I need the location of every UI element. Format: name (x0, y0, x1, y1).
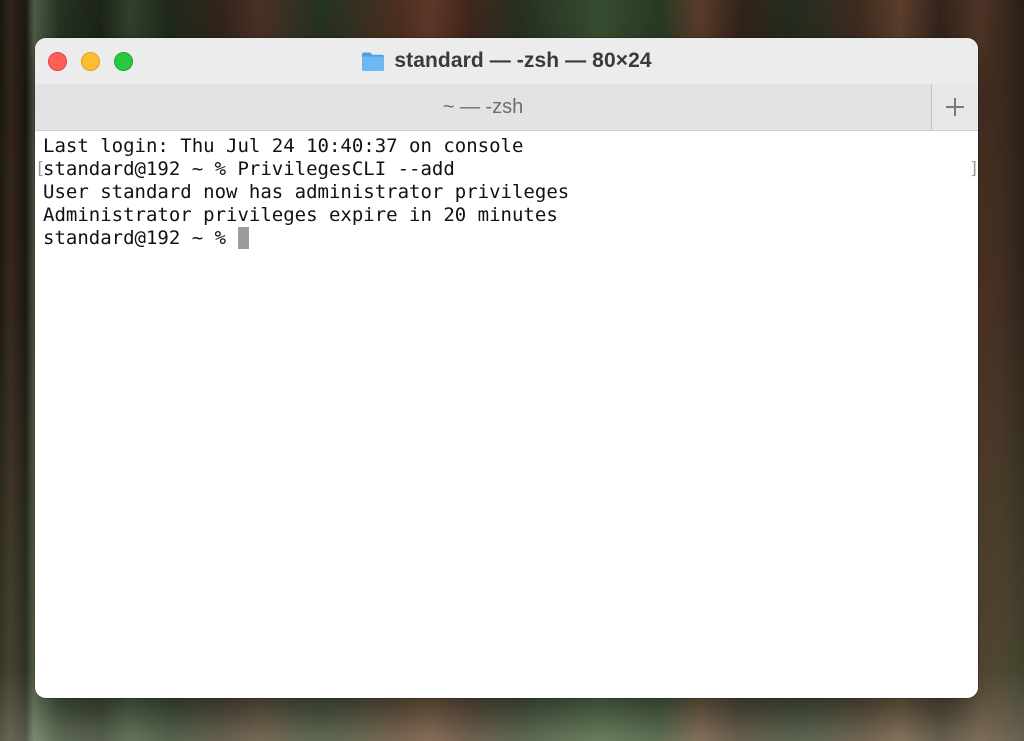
prompt-line: standard@192 ~ % (43, 227, 963, 250)
terminal-output: Last login: Thu Jul 24 10:40:37 on conso… (43, 135, 963, 250)
terminal-line: User standard now has administrator priv… (43, 181, 570, 203)
tab-label: ~ — -zsh (442, 95, 524, 118)
text-cursor (238, 227, 250, 249)
title-bar[interactable]: standard — -zsh — 80×24 (35, 38, 978, 84)
terminal-line: Administrator privileges expire in 20 mi… (43, 204, 558, 226)
tab-zsh[interactable]: ~ — -zsh (35, 84, 931, 130)
terminal-line: standard@192 ~ % PrivilegesCLI --add (43, 158, 455, 180)
window-title: standard — -zsh — 80×24 (394, 49, 652, 72)
terminal-window[interactable]: standard — -zsh — 80×24 ~ — -zsh [ ] Las… (35, 38, 978, 698)
plus-icon (946, 98, 964, 116)
window-title-group: standard — -zsh — 80×24 (35, 47, 978, 75)
prompt-text: standard@192 ~ % (43, 227, 238, 249)
new-tab-button[interactable] (931, 84, 978, 130)
mark-bracket-right: ] (969, 158, 978, 181)
terminal-line: Last login: Thu Jul 24 10:40:37 on conso… (43, 135, 524, 157)
terminal-content[interactable]: [ ] Last login: Thu Jul 24 10:40:37 on c… (35, 131, 978, 698)
tab-bar: ~ — -zsh (35, 84, 978, 131)
folder-icon (361, 51, 385, 72)
